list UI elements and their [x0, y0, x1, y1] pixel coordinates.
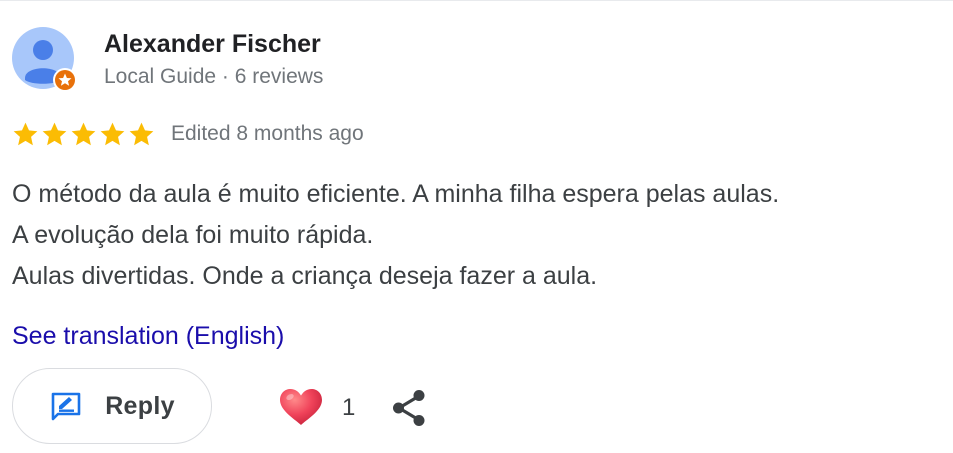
reviewer-meta[interactable]: Local Guide · 6 reviews [104, 63, 323, 91]
review-line: A evolução dela foi muito rápida. [12, 221, 374, 249]
share-icon [393, 390, 425, 426]
reply-label: Reply [105, 391, 175, 420]
star-icon [11, 120, 40, 149]
reviewer-name[interactable]: Alexander Fischer [104, 28, 321, 60]
like-button[interactable] [278, 387, 324, 427]
star-icon [40, 120, 69, 149]
local-guide-star-badge-icon [53, 68, 77, 92]
top-divider [0, 0, 953, 1]
heart-icon [280, 389, 322, 425]
reply-edit-icon [49, 389, 83, 423]
like-count: 1 [342, 394, 356, 421]
share-button[interactable] [390, 388, 428, 428]
review-line: O método da aula é muito eficiente. A mi… [12, 180, 780, 208]
rating-row: Edited 8 months ago [11, 117, 364, 151]
review-text: O método da aula é muito eficiente. A mi… [12, 174, 947, 297]
see-translation-link[interactable]: See translation (English) [12, 319, 284, 353]
avatar[interactable] [12, 27, 78, 93]
review-line: Aulas divertidas. Onde a criança deseja … [12, 262, 598, 290]
edited-timestamp: Edited 8 months ago [171, 122, 364, 145]
star-icon [127, 120, 156, 149]
star-rating [11, 120, 156, 149]
star-icon [69, 120, 98, 149]
star-icon [98, 120, 127, 149]
reply-button[interactable]: Reply [12, 368, 212, 444]
person-avatar-icon [12, 27, 77, 92]
